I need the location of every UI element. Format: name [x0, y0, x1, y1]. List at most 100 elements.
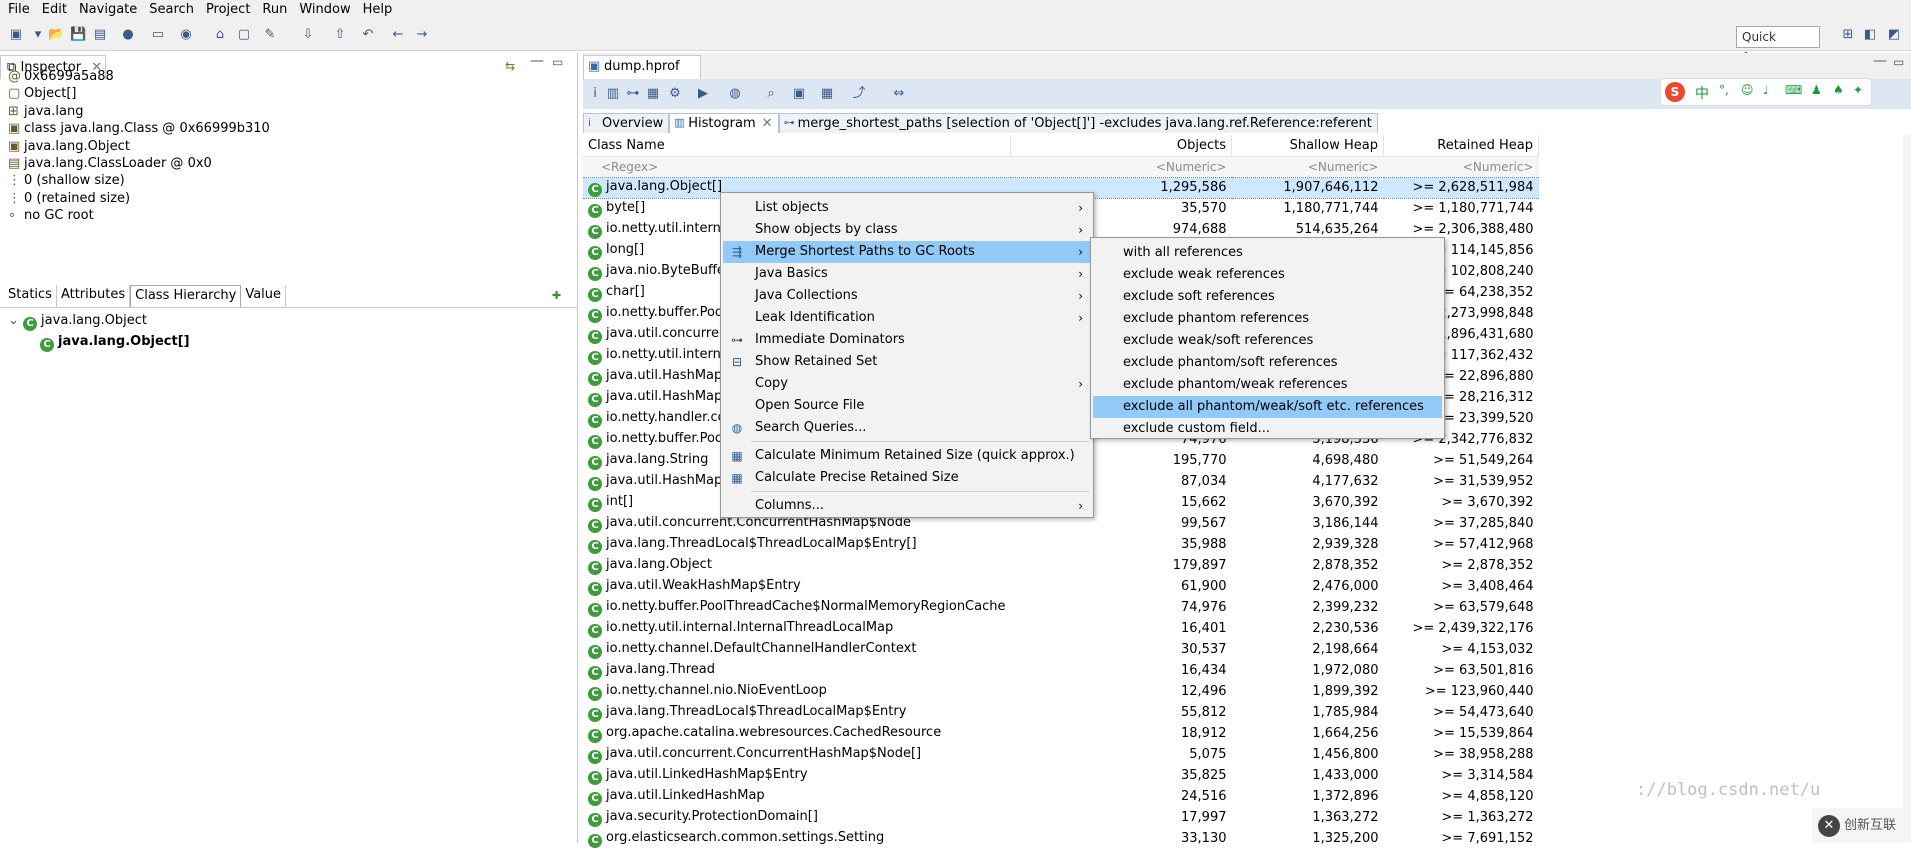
column-header-class-name[interactable]: Class Name	[583, 135, 1011, 156]
submenu-item[interactable]: exclude phantom/weak references	[1093, 374, 1442, 396]
new-icon[interactable]: ▣	[8, 27, 24, 43]
threads-icon[interactable]: ⚙	[667, 86, 683, 102]
context-item-copy[interactable]: Copy ›	[723, 373, 1091, 395]
info-icon[interactable]: i	[587, 86, 603, 102]
back-arrow-icon[interactable]: ←	[390, 27, 406, 43]
table-row[interactable]: Corg.elasticsearch.common.settings.Setti…	[583, 828, 1539, 849]
open-heap-icon[interactable]: ⌂	[212, 27, 228, 43]
tab-overview[interactable]: ⅰ Overview	[583, 113, 670, 133]
menu-search[interactable]: Search	[145, 2, 202, 17]
table-row[interactable]: Cjava.lang.Object 179,897 2,878,352 >= 2,87…	[583, 555, 1539, 576]
folder-icon[interactable]: ▢	[236, 27, 252, 43]
link-icon[interactable]: ⇆	[505, 59, 515, 73]
skin-icon[interactable]: ♠	[1833, 83, 1844, 97]
close-icon[interactable]: ✕	[762, 116, 773, 131]
pin-icon[interactable]: ✚	[552, 289, 561, 302]
maximize-icon[interactable]: ▭	[1893, 55, 1904, 69]
save-all-icon[interactable]: ▤	[92, 27, 108, 43]
context-item-list-objects[interactable]: List objects ›	[723, 197, 1091, 219]
table-icon[interactable]: ▦	[819, 86, 835, 102]
submenu-item[interactable]: exclude custom field...	[1093, 418, 1442, 440]
submenu-item[interactable]: exclude phantom references	[1093, 308, 1442, 330]
table-row[interactable]: Cio.netty.channel.DefaultChannelHandlerC…	[583, 639, 1539, 660]
submenu-item[interactable]: exclude weak references	[1093, 264, 1442, 286]
context-item-java-collections[interactable]: Java Collections ›	[723, 285, 1091, 307]
hierarchy-node-child[interactable]: Cjava.lang.Object[]	[40, 332, 190, 352]
table-row[interactable]: Corg.apache.catalina.webresources.Cached…	[583, 723, 1539, 744]
table-row[interactable]: Cjava.util.LinkedHashMap$Entry 35,825 1,43…	[583, 765, 1539, 786]
table-row[interactable]: Cjava.lang.Thread 16,434 1,972,080 >= 63,50…	[583, 660, 1539, 681]
submenu-item[interactable]: exclude soft references	[1093, 286, 1442, 308]
tab-merge-shortest-paths[interactable]: ⊶ merge_shortest_paths [selection of 'Obj…	[778, 113, 1378, 133]
table-row[interactable]: Cjava.security.ProtectionDomain[] 17,997 1…	[583, 807, 1539, 828]
find-object-icon[interactable]: ⌕	[763, 86, 779, 102]
regex-filter-input[interactable]: <Regex>	[583, 156, 1011, 177]
menu-file[interactable]: File	[4, 2, 38, 17]
context-item-java-basics[interactable]: Java Basics ›	[723, 263, 1091, 285]
numeric-filter-input[interactable]: <Numeric>	[1231, 156, 1384, 177]
histogram-icon[interactable]: ▥	[605, 86, 621, 102]
menu-help[interactable]: Help	[359, 2, 401, 17]
next-annotation-icon[interactable]: ⇩	[300, 27, 316, 43]
table-row[interactable]: Cjava.util.LinkedHashMap 24,516 1,372,896 >…	[583, 786, 1539, 807]
maximize-icon[interactable]: ▭	[552, 55, 563, 69]
sogou-logo-icon[interactable]: S	[1665, 82, 1685, 102]
punctuation-icon[interactable]: °,	[1719, 83, 1729, 97]
compare-icon[interactable]: ⇔	[891, 86, 907, 102]
table-row[interactable]: Cjava.lang.ThreadLocal$ThreadLocalMap$En…	[583, 534, 1539, 555]
run-report-icon[interactable]: ▶	[695, 86, 711, 102]
console-icon[interactable]: ▭	[150, 27, 166, 43]
menu-project[interactable]: Project	[202, 2, 258, 17]
tab-class-hierarchy[interactable]: Class Hierarchy	[130, 285, 242, 307]
column-header-shallow-heap[interactable]: Shallow Heap	[1231, 135, 1384, 156]
chevron-down-icon[interactable]: ⌄	[8, 313, 19, 328]
memory-analyzer-perspective-icon[interactable]: ◩	[1886, 27, 1902, 43]
numeric-filter-input[interactable]: <Numeric>	[1010, 156, 1232, 177]
back-icon[interactable]: ↶	[360, 27, 376, 43]
group-icon[interactable]: ▣	[791, 86, 807, 102]
wrench-icon[interactable]: ✦	[1853, 83, 1863, 97]
submenu-item[interactable]: exclude all phantom/weak/soft etc. refer…	[1093, 396, 1442, 418]
context-item-columns[interactable]: Columns... ›	[723, 495, 1091, 517]
context-item-calculate-minimum-retained-size-quick-approx[interactable]: ▦ Calculate Minimum Retained Size (quick …	[723, 445, 1091, 467]
context-item-show-objects-by-class[interactable]: Show objects by class ›	[723, 219, 1091, 241]
tab-attributes[interactable]: Attributes	[57, 285, 131, 307]
perspective-icon[interactable]: ◧	[1862, 27, 1878, 43]
menu-window[interactable]: Window	[295, 2, 358, 17]
context-item-leak-identification[interactable]: Leak Identification ›	[723, 307, 1091, 329]
save-icon[interactable]: 💾	[70, 27, 86, 43]
run-icon[interactable]: ◉	[178, 27, 194, 43]
table-row[interactable]: Cjava.util.WeakHashMap$Entry 61,900 2,476,…	[583, 576, 1539, 597]
table-row[interactable]: Cio.netty.channel.nio.NioEventLoop 12,496…	[583, 681, 1539, 702]
user-icon[interactable]: ♟	[1811, 83, 1822, 97]
profile-icon[interactable]: ●	[120, 27, 136, 43]
quick-access-field[interactable]: Quick Access	[1736, 26, 1820, 64]
context-item-merge-shortest-paths-to-gc-roots[interactable]: ⇶ Merge Shortest Paths to GC Roots ›	[723, 241, 1091, 263]
query-browser-icon[interactable]: ◍	[727, 86, 743, 102]
context-item-open-source-file[interactable]: Open Source File	[723, 395, 1091, 417]
vertical-scrollbar[interactable]	[1903, 135, 1911, 843]
dump-file-tab[interactable]: ▣ dump.hprof ✕	[583, 55, 701, 96]
export-icon[interactable]: ⤴	[851, 86, 867, 102]
context-item-search-queries[interactable]: ◍ Search Queries...	[723, 417, 1091, 439]
submenu-item[interactable]: exclude weak/soft references	[1093, 330, 1442, 352]
numeric-filter-input[interactable]: <Numeric>	[1383, 156, 1539, 177]
dominator-tree-icon[interactable]: ⊶	[625, 86, 641, 102]
tab-histogram[interactable]: ▥ Histogram ✕	[669, 113, 779, 133]
hierarchy-node-root[interactable]: ⌄ Cjava.lang.Object	[8, 311, 147, 331]
column-header-retained-heap[interactable]: Retained Heap	[1383, 135, 1539, 156]
minimize-icon[interactable]: —	[1873, 53, 1887, 69]
menu-edit[interactable]: Edit	[38, 2, 75, 17]
context-item-calculate-precise-retained-size[interactable]: ▦ Calculate Precise Retained Size	[723, 467, 1091, 489]
tab-statics[interactable]: Statics	[4, 285, 57, 307]
open-folder-icon[interactable]: 📂	[48, 27, 64, 43]
tools-icon[interactable]: ✎	[262, 27, 278, 43]
context-item-show-retained-set[interactable]: ⊟ Show Retained Set	[723, 351, 1091, 373]
microphone-icon[interactable]: ♩	[1763, 83, 1769, 97]
forward-arrow-icon[interactable]: →	[414, 27, 430, 43]
menu-run[interactable]: Run	[258, 2, 295, 17]
emoji-icon[interactable]: ☺	[1741, 83, 1754, 97]
tab-value[interactable]: Value	[241, 285, 287, 307]
oql-icon[interactable]: ▦	[645, 86, 661, 102]
ime-mode-icon[interactable]: 中	[1695, 83, 1709, 103]
